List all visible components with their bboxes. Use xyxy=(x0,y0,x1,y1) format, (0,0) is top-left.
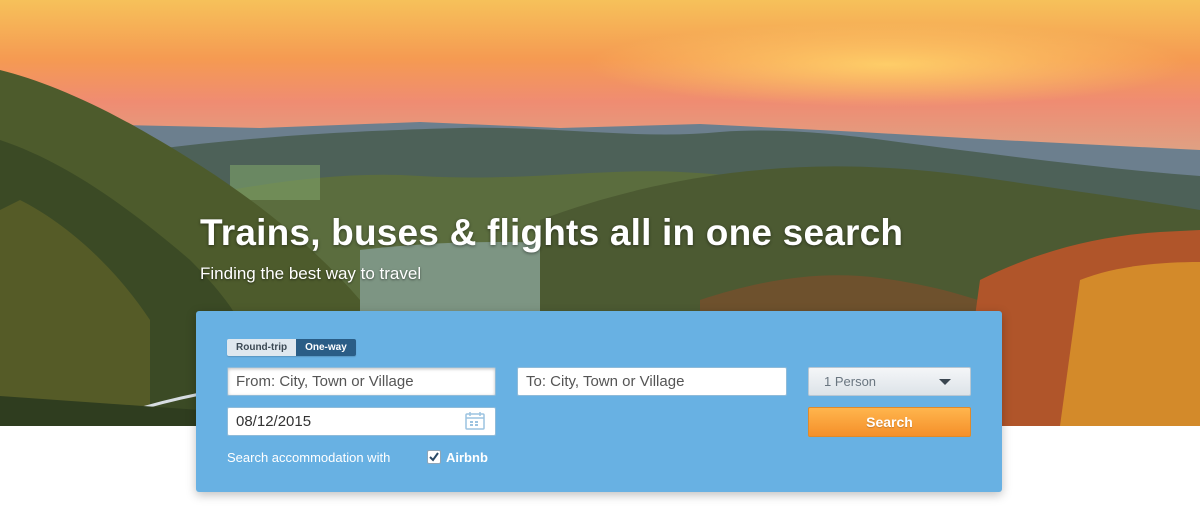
chevron-down-icon xyxy=(939,379,951,385)
round-trip-option[interactable]: Round-trip xyxy=(227,339,297,356)
search-panel: Round-trip One-way 1 Person Search Searc… xyxy=(196,311,1002,492)
hero-headline: Trains, buses & flights all in one searc… xyxy=(200,212,904,253)
search-button[interactable]: Search xyxy=(808,407,971,437)
date-input[interactable] xyxy=(227,407,496,436)
hero-subheadline: Finding the best way to travel xyxy=(200,264,422,283)
to-input[interactable] xyxy=(517,367,787,396)
passengers-select[interactable]: 1 Person xyxy=(808,367,971,396)
accommodation-checkbox[interactable] xyxy=(427,450,441,464)
passengers-value: 1 Person xyxy=(824,374,877,389)
from-input[interactable] xyxy=(227,367,496,396)
one-way-option[interactable]: One-way xyxy=(296,339,356,356)
trip-type-toggle: Round-trip One-way xyxy=(227,339,356,356)
checkmark-icon xyxy=(429,452,439,462)
airbnb-label: Airbnb xyxy=(446,450,488,465)
accommodation-label: Search accommodation with xyxy=(227,450,391,465)
calendar-icon[interactable] xyxy=(464,411,486,431)
